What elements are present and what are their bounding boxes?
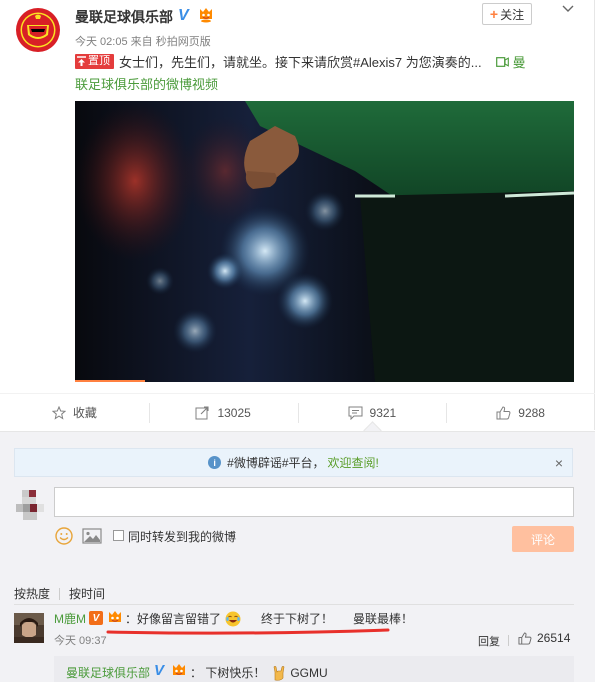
like-count: 9288 xyxy=(518,405,545,420)
post-time[interactable]: 今天 02:05 xyxy=(75,36,128,48)
video-frame-image xyxy=(75,101,574,382)
verified-icon: V xyxy=(178,7,189,24)
red-highlight-underline xyxy=(106,628,390,635)
video-link-line2[interactable]: 联足球俱乐部的微博视频 xyxy=(75,77,218,92)
my-avatar[interactable] xyxy=(16,487,44,520)
close-icon[interactable]: × xyxy=(555,455,563,471)
like-button[interactable]: 9288 xyxy=(446,394,595,431)
comment-part-3: 曼联最棒！ xyxy=(353,612,414,626)
notice-hashtag[interactable]: #微博辟谣#平台， xyxy=(227,454,324,471)
video-icon xyxy=(495,57,509,67)
tab-divider xyxy=(59,587,61,600)
info-icon: i xyxy=(208,456,222,469)
plus-icon: + xyxy=(489,6,499,22)
repost-checkbox[interactable] xyxy=(113,530,124,541)
rumor-notice-bar: i #微博辟谣#平台， 欢迎查阅! × xyxy=(14,448,573,477)
comments-panel: i #微博辟谣#平台， 欢迎查阅! × 同时转发到我的微博 评论 按热度 按时间 xyxy=(0,431,595,682)
submit-comment-button[interactable]: 评论 xyxy=(512,526,574,552)
favorite-button[interactable]: 收藏 xyxy=(0,394,149,431)
comment-button[interactable]: 9321 xyxy=(297,394,447,431)
notice-welcome-link[interactable]: 欢迎查阅! xyxy=(328,454,379,471)
video-progress-bar[interactable] xyxy=(75,380,145,382)
vip-icon[interactable]: V xyxy=(89,611,103,625)
comment-like-count: 26514 xyxy=(537,631,571,645)
member-badge-icon[interactable] xyxy=(106,610,124,626)
post-action-bar: 收藏 13025 9321 9288 xyxy=(0,393,595,431)
comment-part-1: 好像留言留错了 xyxy=(137,612,222,626)
follow-button[interactable]: + 关注 xyxy=(482,3,532,25)
pin-icon xyxy=(77,56,86,66)
sub-reply: 曼联足球俱乐部 V ： 下树快乐！ GGMU xyxy=(54,656,574,682)
tab-sort-hot[interactable]: 按热度 xyxy=(14,585,50,602)
more-chevron-icon[interactable] xyxy=(560,2,576,16)
comment-icon xyxy=(348,406,363,420)
comment-time: 今天 09:37 xyxy=(54,635,107,647)
manchester-united-crest-icon xyxy=(14,6,62,54)
commenter-name[interactable]: M鹿M xyxy=(54,610,86,627)
reply-divider xyxy=(508,635,509,646)
sub-reply-text: ： 下树快乐！ GGMU xyxy=(190,664,328,681)
rock-hand-emoji-icon xyxy=(274,665,285,681)
comment-count: 9321 xyxy=(369,405,397,420)
repost-button[interactable]: 13025 xyxy=(148,394,298,431)
thumbs-up-icon xyxy=(518,631,532,645)
repost-icon xyxy=(195,405,209,419)
post-text: 置顶 女士们，先生们，请就坐。接下来请欣赏#Alexis7 为您演奏的... 曼 … xyxy=(75,52,573,96)
divider xyxy=(14,604,574,605)
video-link-line1: 曼 xyxy=(512,55,526,70)
post-meta: 今天 02:05 来自 秒拍网页版 xyxy=(75,33,211,49)
comment-part-2: 终于下树了！ xyxy=(261,612,334,626)
video-player[interactable] xyxy=(75,101,574,382)
comment-colon: ： xyxy=(125,612,138,626)
repost-checkbox-label[interactable]: 同时转发到我的微博 xyxy=(128,528,236,545)
comment-input[interactable] xyxy=(54,487,574,517)
manchester-united-avatar[interactable] xyxy=(13,5,63,55)
commenter-avatar[interactable] xyxy=(14,613,44,643)
comment-text: ： 好像留言留错了 终于下树了！ 曼联最棒！ xyxy=(125,610,417,627)
reply-button[interactable]: 回复 xyxy=(478,633,500,649)
repost-count: 13025 xyxy=(217,405,251,420)
video-link[interactable]: 曼 xyxy=(495,55,526,70)
star-icon xyxy=(51,405,66,420)
post-body-text: 女士们，先生们，请就坐。接下来请欣赏#Alexis7 为您演奏的... xyxy=(119,55,482,70)
thumbs-up-icon xyxy=(496,405,511,419)
follow-label: 关注 xyxy=(500,7,525,22)
weibo-post: 曼联足球俱乐部 V + 关注 今天 02:05 来自 秒拍网页版 置顶 女士们，… xyxy=(0,0,595,430)
tab-sort-time[interactable]: 按时间 xyxy=(69,585,105,602)
sub-reply-text-after: GGMU xyxy=(290,665,328,680)
comment-like-button[interactable]: 26514 xyxy=(518,631,570,645)
comment-sort-tabs: 按热度 按时间 xyxy=(14,585,105,602)
post-source[interactable]: 来自 秒拍网页版 xyxy=(131,36,211,48)
image-upload-icon[interactable] xyxy=(82,528,102,544)
laugh-cry-emoji-icon xyxy=(225,611,241,626)
member-badge-icon[interactable] xyxy=(197,7,215,23)
sub-reply-author[interactable]: 曼联足球俱乐部 xyxy=(66,664,150,681)
pinned-label: 置顶 xyxy=(88,55,110,67)
member-badge-icon[interactable] xyxy=(170,663,188,679)
post-author-name[interactable]: 曼联足球俱乐部 xyxy=(75,7,173,27)
favorite-label: 收藏 xyxy=(72,406,97,420)
sub-reply-text-before: ： 下树快乐！ xyxy=(190,666,266,680)
pinned-badge: 置顶 xyxy=(75,53,114,69)
verified-icon: V xyxy=(154,662,165,679)
emoji-icon[interactable] xyxy=(55,527,73,545)
